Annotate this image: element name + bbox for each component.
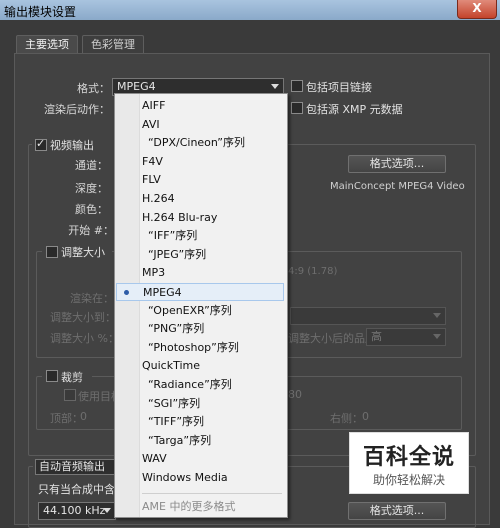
format-option[interactable]: “OpenEXR”序列 — [148, 302, 232, 320]
dropdown-gutter — [115, 94, 140, 517]
format-option[interactable]: “Radiance”序列 — [148, 376, 232, 394]
render-at-label: 渲染在： — [70, 292, 114, 305]
format-option[interactable]: “TIFF”序列 — [148, 413, 204, 431]
audio-note: 只有当合成中含 — [38, 483, 115, 496]
crop-checkbox[interactable] — [46, 370, 58, 382]
video-output-label: 视频输出 — [50, 139, 94, 152]
crop-label: 裁剪 — [61, 371, 83, 384]
codec-text: MainConcept MPEG4 Video — [330, 181, 465, 192]
tab-color-management[interactable]: 色彩管理 — [82, 35, 144, 54]
format-option[interactable]: “Photoshop”序列 — [148, 339, 239, 357]
format-option-label: MPEG4 — [143, 286, 182, 299]
audio-format-options-button[interactable]: 格式选项... — [348, 502, 446, 520]
format-option[interactable]: “IFF”序列 — [148, 227, 197, 245]
format-select-value: MPEG4 — [117, 80, 156, 93]
top-label: 顶部： — [50, 412, 83, 425]
format-option[interactable]: “Targa”序列 — [148, 432, 211, 450]
auto-audio-select[interactable]: 自动音频输出 — [35, 459, 116, 475]
right-label: 右侧： — [330, 412, 363, 425]
format-option[interactable]: MP3 — [142, 264, 165, 282]
sample-rate-value: 44.100 kHz — [43, 504, 106, 517]
resize-checkbox[interactable] — [46, 246, 58, 258]
video-output-checkbox[interactable] — [35, 137, 47, 151]
top-value[interactable]: 0 — [80, 410, 87, 423]
resize-quality-value: 高 — [371, 330, 382, 343]
include-source-xmp-checkbox[interactable] — [291, 102, 303, 114]
format-options-button[interactable]: 格式选项... — [348, 155, 446, 173]
format-option[interactable]: MPEG4 — [116, 283, 284, 301]
chevron-down-icon — [433, 334, 441, 339]
color-label: 颜色： — [75, 203, 108, 216]
format-option[interactable]: F4V — [142, 153, 163, 171]
resize-quality-select[interactable]: 高 — [366, 328, 446, 346]
start-label: 开始 #： — [68, 224, 114, 237]
roi-value: 80 — [288, 388, 302, 401]
format-option[interactable]: “SGI”序列 — [148, 395, 200, 413]
selected-radio-icon — [124, 290, 129, 295]
watermark: 百科全说 助你轻松解决 — [349, 432, 469, 494]
depth-label: 深度： — [75, 182, 108, 195]
include-project-link-label: 包括项目链接 — [306, 81, 372, 94]
right-value[interactable]: 0 — [362, 410, 369, 423]
include-source-xmp-label: 包括源 XMP 元数据 — [306, 103, 403, 116]
format-option[interactable]: FLV — [142, 171, 161, 189]
close-button[interactable]: X — [457, 0, 497, 19]
watermark-title: 百科全说 — [362, 445, 455, 470]
format-option[interactable]: H.264 — [142, 190, 175, 208]
format-option[interactable]: QuickTime — [142, 357, 200, 375]
post-render-label: 渲染后动作： — [44, 103, 110, 116]
include-project-link-checkbox[interactable] — [291, 80, 303, 92]
format-option[interactable]: “DPX/Cineon”序列 — [148, 134, 245, 152]
format-option[interactable]: Windows Media — [142, 469, 228, 487]
format-option[interactable]: H.264 Blu-ray — [142, 209, 217, 227]
resize-percent-label: 调整大小 %： — [50, 332, 119, 345]
dropdown-separator — [142, 492, 282, 494]
resize-to-label: 调整大小到： — [50, 311, 116, 324]
format-option[interactable]: WAV — [142, 450, 167, 468]
resize-to-select[interactable] — [290, 307, 446, 325]
format-option[interactable]: AIFF — [142, 97, 165, 115]
chevron-down-icon — [271, 84, 279, 89]
aspect-ratio-text: 4:9 (1.78) — [288, 266, 338, 277]
tab-main-options[interactable]: 主要选项 — [16, 35, 78, 54]
channel-label: 通道： — [75, 159, 108, 172]
chevron-down-icon — [433, 313, 441, 318]
format-option[interactable]: “PNG”序列 — [148, 320, 204, 338]
use-roi-checkbox[interactable] — [64, 389, 76, 401]
format-dropdown: AIFF AVI “DPX/Cineon”序列 F4V FLV H.264 H.264 Bl… — [114, 93, 288, 518]
resize-label: 调整大小 — [61, 246, 105, 259]
format-label: 格式： — [77, 82, 110, 95]
chevron-down-icon — [103, 508, 111, 513]
format-option[interactable]: AVI — [142, 116, 160, 134]
format-option[interactable]: “JPEG”序列 — [148, 246, 206, 264]
more-formats-item: AME 中的更多格式 — [142, 499, 236, 513]
sample-rate-select[interactable]: 44.100 kHz — [38, 502, 116, 520]
watermark-subtitle: 助你轻松解决 — [372, 473, 445, 487]
window-title: 输出模块设置 — [4, 5, 77, 19]
